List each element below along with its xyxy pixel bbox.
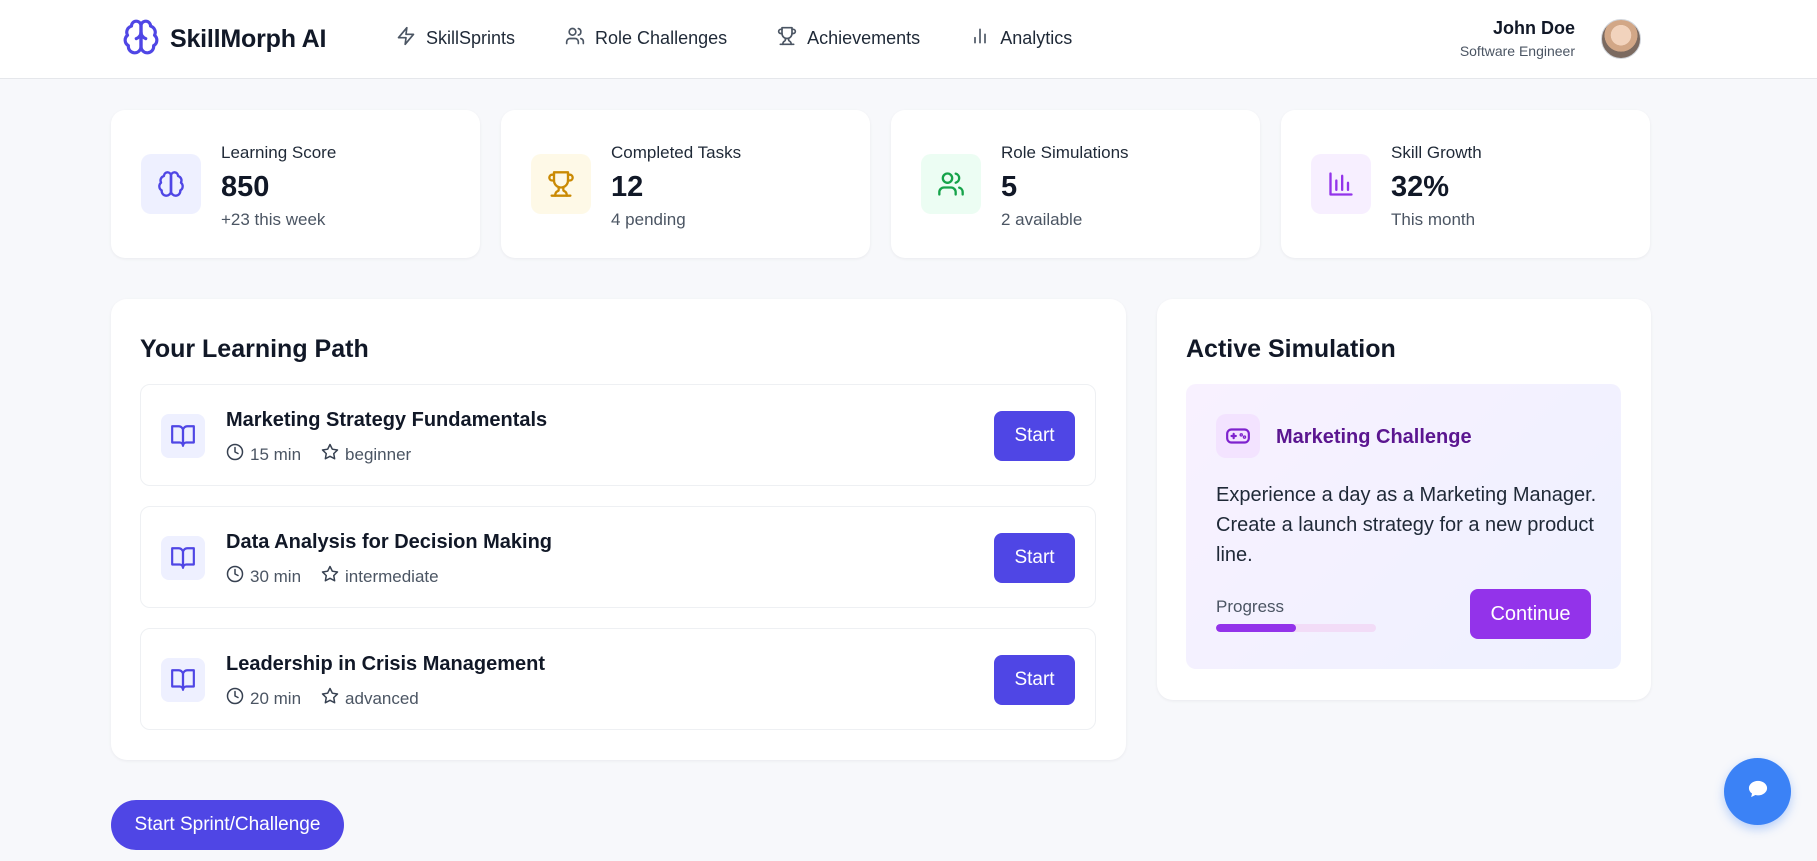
simulation-name: Marketing Challenge (1276, 426, 1472, 448)
brand-name: SkillMorph AI (170, 25, 327, 53)
path-duration: 15 min (250, 444, 302, 464)
bar-chart-icon (970, 26, 990, 51)
path-level: intermediate (345, 566, 439, 586)
stat-card-role-simulations: Role Simulations 5 2 available (891, 110, 1260, 258)
stat-sub: 2 available (1001, 210, 1083, 229)
nav-skillsprints[interactable]: SkillSprints (396, 26, 515, 51)
nav-role-challenges[interactable]: Role Challenges (565, 26, 727, 51)
stat-card-learning-score: Learning Score 850 +23 this week (111, 110, 480, 258)
path-level: advanced (345, 688, 419, 708)
book-icon (161, 536, 205, 580)
progress-label: Progress (1216, 597, 1285, 616)
main-nav: SkillSprints Role Challenges Achievement… (396, 26, 1072, 51)
stat-label: Role Simulations (1001, 143, 1129, 162)
stat-value: 850 (221, 171, 270, 203)
stat-label: Skill Growth (1391, 143, 1482, 162)
path-duration: 20 min (250, 688, 302, 708)
start-button[interactable]: Start (994, 411, 1075, 461)
start-sprint-challenge-button[interactable]: Start Sprint/Challenge (111, 800, 344, 850)
progress-bar (1216, 624, 1376, 632)
nav-label: Analytics (1000, 28, 1073, 48)
learning-path-item: Leadership in Crisis Management 20 min a… (140, 628, 1096, 730)
stat-label: Learning Score (221, 143, 337, 162)
user-role: Software Engineer (1459, 43, 1575, 59)
stat-sub: This month (1391, 210, 1476, 229)
simulation-description: Experience a day as a Marketing Manager.… (1216, 484, 1597, 566)
path-title: Data Analysis for Decision Making (226, 531, 553, 553)
users-icon (921, 154, 981, 214)
clock-icon (226, 687, 244, 710)
nav-analytics[interactable]: Analytics (970, 26, 1072, 51)
users-icon (565, 26, 585, 51)
clock-icon (226, 443, 244, 466)
clock-icon (226, 565, 244, 588)
gamepad-icon (1216, 414, 1260, 458)
path-level: beginner (345, 444, 412, 464)
user-profile[interactable]: John Doe Software Engineer (1460, 18, 1641, 59)
path-title: Leadership in Crisis Management (226, 653, 545, 675)
bar-chart-icon (1311, 154, 1371, 214)
path-title: Marketing Strategy Fundamentals (226, 409, 548, 431)
stat-label: Completed Tasks (611, 143, 742, 162)
book-icon (161, 658, 205, 702)
progress-fill (1216, 624, 1296, 632)
nav-label: SkillSprints (426, 28, 516, 48)
stat-card-completed-tasks: Completed Tasks 12 4 pending (501, 110, 870, 258)
star-icon (321, 565, 339, 588)
chat-button[interactable] (1724, 758, 1791, 825)
simulation-card: Marketing Challenge Experience a day as … (1186, 384, 1621, 669)
panel-title: Active Simulation (1186, 335, 1396, 363)
book-icon (161, 414, 205, 458)
avatar[interactable] (1601, 18, 1641, 59)
learning-path-item: Data Analysis for Decision Making 30 min… (140, 506, 1096, 608)
stat-value: 32% (1391, 171, 1450, 203)
nav-label: Role Challenges (595, 28, 728, 48)
nav-achievements[interactable]: Achievements (777, 26, 920, 51)
panel-title: Your Learning Path (140, 335, 369, 363)
brain-icon (122, 18, 160, 61)
continue-button[interactable]: Continue (1470, 589, 1591, 639)
user-name: John Doe (1492, 18, 1575, 38)
stat-sub: 4 pending (611, 210, 686, 229)
path-duration: 30 min (250, 566, 302, 586)
top-navbar: SkillMorph AI SkillSprints Role Challeng… (0, 0, 1817, 79)
nav-label: Achievements (807, 28, 921, 48)
learning-path-panel: Your Learning Path Marketing Strategy Fu… (111, 299, 1126, 760)
stat-value: 12 (611, 171, 644, 203)
active-simulation-panel: Active Simulation Marketing Challenge Ex… (1157, 299, 1651, 700)
trophy-icon (531, 154, 591, 214)
star-icon (321, 443, 339, 466)
start-button[interactable]: Start (994, 655, 1075, 705)
stat-card-skill-growth: Skill Growth 32% This month (1281, 110, 1650, 258)
brand[interactable]: SkillMorph AI (122, 18, 326, 61)
lightning-icon (396, 26, 416, 51)
start-button[interactable]: Start (994, 533, 1075, 583)
chat-bubble-icon (1747, 779, 1769, 804)
stat-value: 5 (1001, 171, 1018, 203)
stat-sub: +23 this week (221, 210, 326, 229)
star-icon (321, 687, 339, 710)
learning-path-item: Marketing Strategy Fundamentals 15 min b… (140, 384, 1096, 486)
trophy-icon (777, 26, 797, 51)
brain-icon (141, 154, 201, 214)
